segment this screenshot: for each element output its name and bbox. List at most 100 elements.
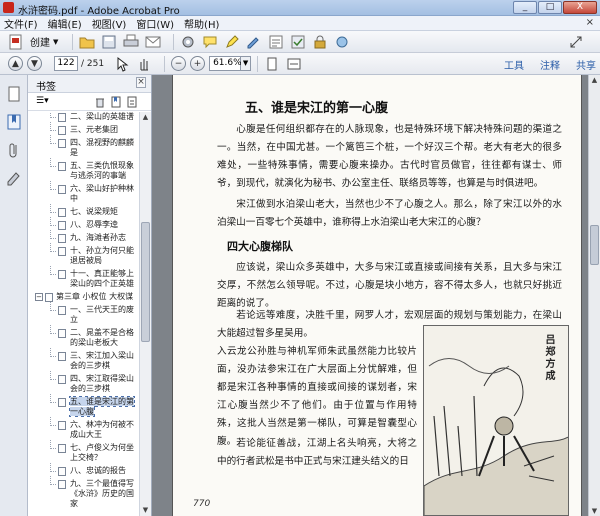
scroll-up-icon[interactable]: ▲: [590, 76, 599, 84]
bookmark-item[interactable]: 八、忠诚的报告: [28, 463, 140, 476]
bookmark-chapter[interactable]: − 第三章 小权位 大权谋: [28, 292, 140, 302]
bookmark-item[interactable]: 五、谁是宋江的第一心腹: [28, 394, 140, 417]
fit-width-icon[interactable]: [286, 56, 302, 72]
bookmark-item[interactable]: 七、说梁规矩: [28, 204, 140, 217]
menu-help[interactable]: 帮助(H): [184, 16, 219, 31]
bookmark-item[interactable]: 六、林冲为何被不成山大王: [28, 417, 140, 440]
bookmark-item[interactable]: 三、宋江加入梁山会的三步棋: [28, 348, 140, 371]
bookmark-page-icon: [58, 139, 66, 148]
zoom-in-icon[interactable]: +: [190, 56, 206, 71]
bookmark-item[interactable]: 二、晁盖不是合格的梁山老板大: [28, 325, 140, 348]
scroll-up-icon[interactable]: ▲: [141, 113, 150, 122]
panel-close-icon[interactable]: ×: [136, 77, 146, 88]
zoom-level-input[interactable]: 61.6%: [209, 56, 242, 71]
bookmark-label: 一、三代天王的废立: [70, 305, 134, 324]
tree-connector: [50, 463, 56, 472]
bookmark-item[interactable]: 一、三代天王的废立: [28, 302, 140, 325]
zoom-out-icon[interactable]: −: [171, 56, 187, 71]
attachments-icon[interactable]: [5, 141, 23, 159]
menu-view[interactable]: 视图(V): [92, 16, 127, 31]
secure-icon[interactable]: [312, 34, 328, 50]
bookmark-page-icon: [45, 293, 53, 302]
fit-page-icon[interactable]: [264, 56, 280, 72]
expand-bookmark-icon[interactable]: [126, 96, 138, 108]
email-icon[interactable]: [145, 34, 161, 50]
bookmark-label: 四、混视野的麒麟是: [70, 138, 134, 157]
bookmark-page-icon: [58, 398, 66, 407]
tools-link[interactable]: 工具: [504, 57, 524, 72]
bookmarks-scrollbar[interactable]: ▲ ▼: [139, 112, 151, 516]
toolbar-divider: [164, 55, 166, 72]
bookmark-item[interactable]: 四、宋江取得梁山会的三步棋: [28, 371, 140, 394]
bookmark-page-icon: [58, 375, 66, 384]
close-button[interactable]: X: [563, 1, 597, 14]
delete-bookmark-icon[interactable]: [94, 96, 106, 108]
scroll-down-icon[interactable]: ▼: [141, 506, 150, 515]
open-folder-icon[interactable]: [79, 34, 95, 50]
menu-file[interactable]: 文件(F): [4, 16, 38, 31]
bookmark-options-button[interactable]: ☰▾: [36, 96, 49, 106]
comment-link[interactable]: 注释: [540, 57, 560, 72]
next-page-icon[interactable]: ▼: [27, 56, 42, 71]
illustration-caption: 吕郑方成: [543, 334, 554, 382]
bookmark-page-icon: [58, 234, 66, 243]
document-scrollbar[interactable]: ▲ ▼: [588, 75, 600, 516]
create-button[interactable]: 创建 ▼: [8, 33, 58, 51]
document-viewport[interactable]: 五、谁是宋江的第一心腹 心腹是任何组织都存在的人脉现象，也是特殊环境下解决特殊问…: [152, 75, 600, 516]
bookmark-label: 十一、真正能够上梁山的四个正英雄: [70, 269, 134, 288]
navigation-pane-strip: [0, 75, 28, 516]
tree-connector: [50, 243, 56, 252]
tree-connector: [50, 325, 56, 334]
new-bookmark-icon[interactable]: [110, 96, 122, 108]
bookmark-item[interactable]: 八、忍辱李逵: [28, 217, 140, 230]
bookmark-item[interactable]: 六、梁山好护种林中: [28, 181, 140, 204]
bookmark-item[interactable]: 十、孙立为何只能退居被局: [28, 243, 140, 266]
hand-tool-icon[interactable]: [136, 56, 152, 72]
scroll-down-icon[interactable]: ▼: [590, 507, 599, 515]
expand-icon[interactable]: [568, 34, 584, 50]
bookmark-item[interactable]: 九、三个最值得写《水浒》历史的国家: [28, 476, 140, 509]
woodcut-illustration: 吕郑方成: [423, 325, 569, 516]
print-icon[interactable]: [123, 34, 139, 50]
sign-icon[interactable]: [246, 34, 262, 50]
bookmark-label: 第三章 小权位 大权谋: [56, 292, 134, 301]
page-thumbnails-icon[interactable]: [5, 85, 23, 103]
signatures-icon[interactable]: [5, 169, 23, 187]
tree-connector: [50, 440, 56, 449]
highlight-icon[interactable]: [224, 34, 240, 50]
bookmark-page-icon: [58, 126, 66, 135]
menu-window[interactable]: 窗口(W): [136, 16, 174, 31]
comment-icon[interactable]: [202, 34, 218, 50]
share-link[interactable]: 共享: [576, 57, 596, 72]
zoom-dropdown-icon[interactable]: ▼: [241, 56, 252, 71]
share-icon[interactable]: [334, 34, 350, 50]
page-number-input[interactable]: 122: [54, 56, 78, 71]
bookmark-item[interactable]: 七、卢俊义为何坐上交椅？: [28, 440, 140, 463]
bookmark-item[interactable]: 五、三类仇恨现象与逃杀河的事端: [28, 158, 140, 181]
minimize-button[interactable]: _: [513, 1, 537, 14]
bookmark-item[interactable]: 十一、真正能够上梁山的四个正英雄: [28, 266, 140, 289]
form-icon[interactable]: [268, 34, 284, 50]
bookmark-item[interactable]: 四、混视野的麒麟是: [28, 135, 140, 158]
bookmarks-icon[interactable]: [5, 113, 23, 131]
select-cursor-icon[interactable]: [114, 56, 130, 72]
bookmark-label: 九、三个最值得写《水浒》历史的国家: [70, 479, 134, 508]
subsection-title: 四大心腹梯队: [227, 240, 293, 253]
tree-connector: [50, 417, 56, 426]
menu-edit[interactable]: 编辑(E): [48, 16, 82, 31]
bookmark-item[interactable]: 二、梁山的英雄谱: [28, 112, 140, 122]
previous-page-icon[interactable]: ▲: [8, 56, 23, 71]
scrollbar-thumb[interactable]: [590, 225, 599, 265]
bookmark-page-icon: [58, 113, 66, 122]
scrollbar-thumb[interactable]: [141, 222, 150, 342]
close-document-icon[interactable]: ×: [586, 17, 594, 28]
tree-connector: [50, 181, 56, 190]
save-icon[interactable]: [101, 34, 117, 50]
review-icon[interactable]: [290, 34, 306, 50]
collapse-icon[interactable]: −: [35, 293, 43, 301]
bookmark-item[interactable]: 三、元老集团: [28, 122, 140, 135]
navigation-toolbar: ▲ ▼ 122 / 251 − + 61.6% ▼ 工具 注释 共享: [0, 53, 600, 75]
gear-icon[interactable]: [180, 34, 196, 50]
bookmark-item[interactable]: 九、海滩者孙志: [28, 230, 140, 243]
maximize-button[interactable]: □: [538, 1, 562, 14]
